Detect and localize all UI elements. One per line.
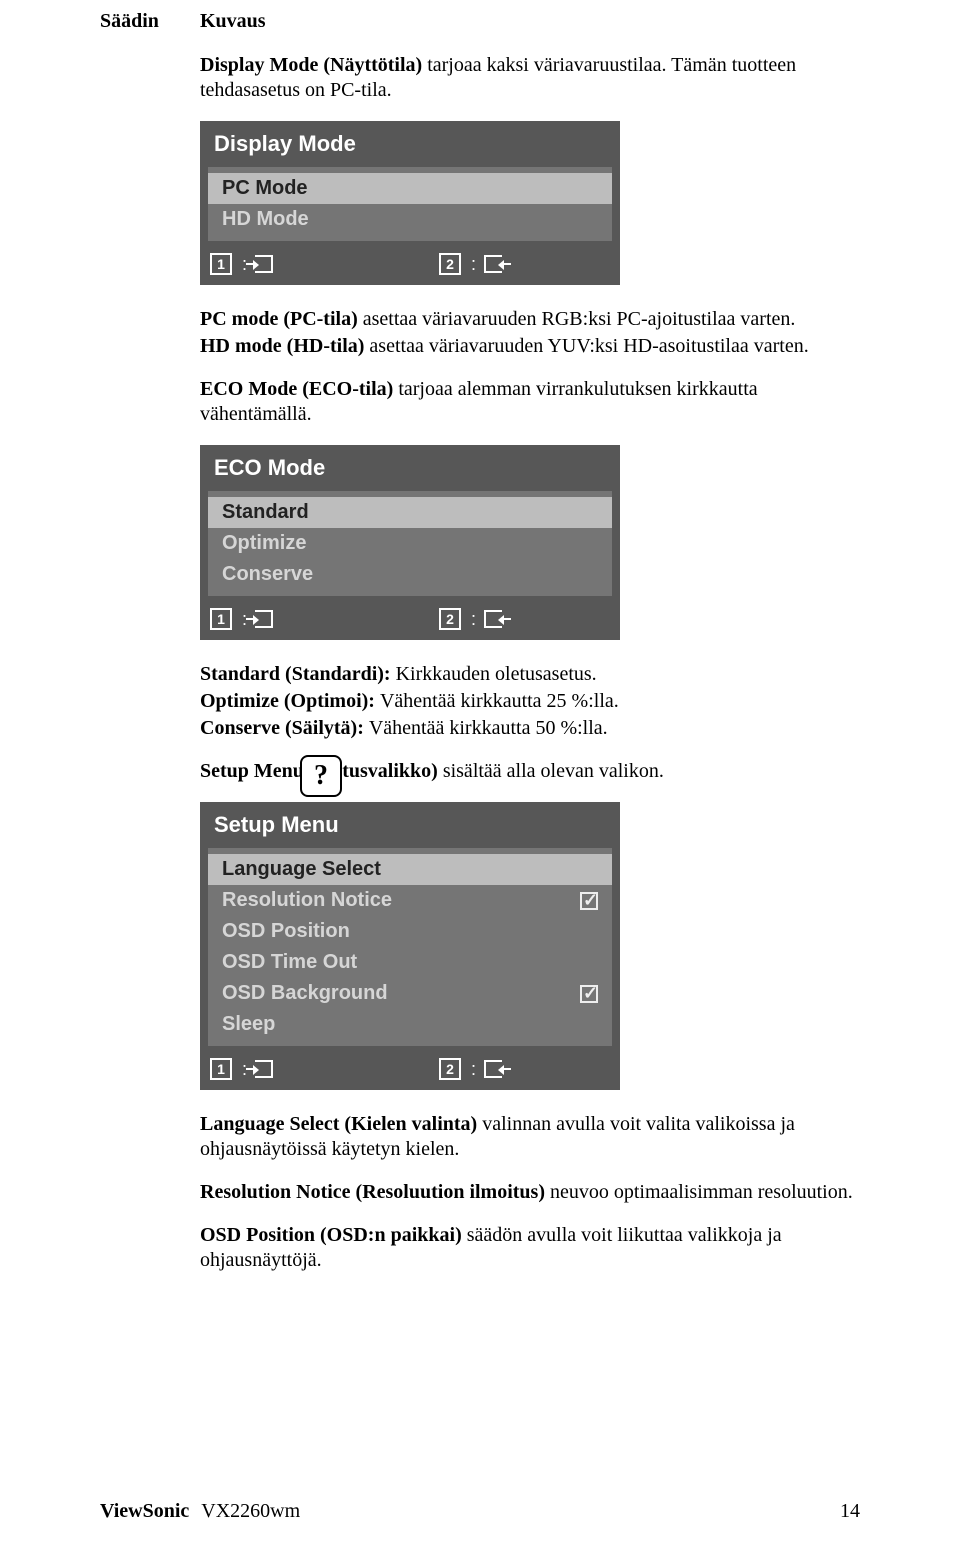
- paragraph-display-mode: Display Mode (Näyttötila) tarjoaa kaksi …: [200, 53, 860, 103]
- term-hd-mode: HD mode (HD-tila): [200, 335, 369, 357]
- osd-item-label: Language Select: [222, 858, 381, 881]
- exit-icon: [255, 255, 273, 273]
- col-header-control: Säädin: [100, 10, 200, 33]
- brand-name: ViewSonic: [100, 1500, 189, 1523]
- key-1: 1: [210, 1058, 232, 1080]
- osd-item-hd-mode[interactable]: HD Mode: [208, 204, 612, 235]
- paragraph-pc-mode: PC mode (PC-tila) asettaa väriavaruuden …: [200, 307, 860, 332]
- body-text: asettaa väriavaruuden YUV:ksi HD-asoitus…: [369, 335, 808, 357]
- col-header-description: Kuvaus: [200, 10, 860, 33]
- osd-item-conserve[interactable]: Conserve: [208, 559, 612, 590]
- enter-icon: [484, 255, 502, 273]
- colon: :: [471, 254, 476, 275]
- osd-item-osd-position[interactable]: OSD Position: [208, 916, 612, 947]
- description-column: Display Mode (Näyttötila) tarjoaa kaksi …: [200, 53, 860, 1273]
- osd-item-osd-background[interactable]: OSD Background: [208, 978, 612, 1009]
- qmark-text: ?: [314, 760, 328, 792]
- question-mark-icon: ?: [300, 755, 342, 797]
- body-text: Vähentää kirkkautta 25 %:lla.: [380, 690, 619, 712]
- table-header: Säädin Kuvaus: [100, 10, 860, 33]
- term-display-mode: Display Mode (Näyttötila): [200, 54, 427, 76]
- osd-item-osd-timeout[interactable]: OSD Time Out: [208, 947, 612, 978]
- term-conserve: Conserve (Säilytä):: [200, 717, 369, 739]
- paragraph-language-select: Language Select (Kielen valinta) valinna…: [200, 1112, 860, 1162]
- exit-icon: [255, 1060, 273, 1078]
- key-2: 2: [439, 1058, 461, 1080]
- paragraph-eco-mode: ECO Mode (ECO-tila) tarjoaa alemman virr…: [200, 377, 860, 427]
- osd-item-sleep[interactable]: Sleep: [208, 1009, 612, 1040]
- enter-icon: [484, 610, 502, 628]
- term-resolution-notice: Resolution Notice (Resoluution ilmoitus): [200, 1181, 550, 1203]
- term-language-select: Language Select (Kielen valinta): [200, 1113, 482, 1135]
- osd-item-label: Resolution Notice: [222, 889, 392, 912]
- osd-item-optimize[interactable]: Optimize: [208, 528, 612, 559]
- osd-item-label: OSD Background: [222, 982, 388, 1005]
- page-footer: ViewSonic VX2260wm 14: [100, 1500, 860, 1523]
- model-name: VX2260wm: [201, 1500, 300, 1523]
- colon: :: [471, 609, 476, 630]
- osd-setup-menu: Setup Menu Language Select Resolution No…: [200, 802, 620, 1090]
- paragraph-osd-position: OSD Position (OSD:n paikkai) säädön avul…: [200, 1223, 860, 1273]
- osd-item-resolution-notice[interactable]: Resolution Notice: [208, 885, 612, 916]
- paragraph-conserve: Conserve (Säilytä): Vähentää kirkkautta …: [200, 716, 860, 741]
- key-1: 1: [210, 253, 232, 275]
- osd-title: ECO Mode: [200, 445, 620, 491]
- osd-display-mode-menu: Display Mode PC Mode HD Mode 1 : 2 :: [200, 121, 620, 285]
- exit-icon: [255, 610, 273, 628]
- osd-footer: 1 : 2 :: [200, 1054, 620, 1090]
- osd-footer: 1 : 2 :: [200, 249, 620, 285]
- osd-item-label: OSD Time Out: [222, 951, 357, 974]
- body-text: Kirkkauden oletusasetus.: [396, 663, 597, 685]
- paragraph-setup-menu: Setup Menu (asetusvalikko) sisältää alla…: [200, 759, 860, 784]
- osd-title: Setup Menu: [200, 802, 620, 848]
- term-standard: Standard (Standardi):: [200, 663, 396, 685]
- term-eco-mode: ECO Mode (ECO-tila): [200, 378, 398, 400]
- key-1: 1: [210, 608, 232, 630]
- checkbox-icon: [580, 985, 598, 1003]
- osd-item-label: OSD Position: [222, 920, 350, 943]
- body-text: Vähentää kirkkautta 50 %:lla.: [369, 717, 608, 739]
- paragraph-resolution-notice: Resolution Notice (Resoluution ilmoitus)…: [200, 1180, 860, 1205]
- page-number: 14: [840, 1500, 860, 1523]
- osd-footer: 1 : 2 :: [200, 604, 620, 640]
- key-2: 2: [439, 608, 461, 630]
- body-text: sisältää alla olevan valikon.: [443, 760, 664, 782]
- osd-item-language-select[interactable]: Language Select: [208, 854, 612, 885]
- term-optimize: Optimize (Optimoi):: [200, 690, 380, 712]
- colon: :: [471, 1059, 476, 1080]
- paragraph-hd-mode: HD mode (HD-tila) asettaa väriavaruuden …: [200, 334, 860, 359]
- body-text: asettaa väriavaruuden RGB:ksi PC-ajoitus…: [363, 308, 796, 330]
- osd-item-pc-mode[interactable]: PC Mode: [208, 173, 612, 204]
- body-text: neuvoo optimaalisimman resoluution.: [550, 1181, 853, 1203]
- osd-eco-mode-menu: ECO Mode Standard Optimize Conserve 1 : …: [200, 445, 620, 640]
- paragraph-optimize: Optimize (Optimoi): Vähentää kirkkautta …: [200, 689, 860, 714]
- paragraph-standard: Standard (Standardi): Kirkkauden oletusa…: [200, 662, 860, 687]
- osd-item-label: Sleep: [222, 1013, 275, 1036]
- checkbox-icon: [580, 892, 598, 910]
- term-osd-position: OSD Position (OSD:n paikkai): [200, 1224, 467, 1246]
- enter-icon: [484, 1060, 502, 1078]
- term-pc-mode: PC mode (PC-tila): [200, 308, 363, 330]
- osd-item-standard[interactable]: Standard: [208, 497, 612, 528]
- osd-title: Display Mode: [200, 121, 620, 167]
- key-2: 2: [439, 253, 461, 275]
